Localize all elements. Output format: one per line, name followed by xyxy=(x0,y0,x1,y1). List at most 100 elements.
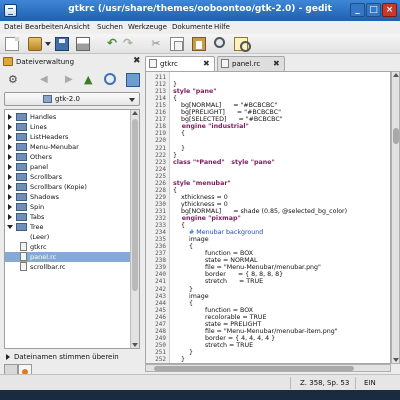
tree-item[interactable]: Others xyxy=(5,152,131,162)
scroll-down-icon[interactable] xyxy=(393,358,399,362)
tree-item-label: Tree xyxy=(30,223,44,231)
new-document-icon[interactable] xyxy=(5,37,19,51)
close-window-button[interactable]: × xyxy=(382,3,397,17)
filter-label: Dateinamen stimmen überein xyxy=(14,353,119,361)
expander-icon[interactable] xyxy=(8,184,12,190)
title-bar[interactable]: gtkrc (/usr/share/themes/ooboontoo/gtk-2… xyxy=(0,0,400,21)
file-browser-toolbar: ⚙ ◀ ▶ ▲ xyxy=(4,70,140,90)
forward-arrow-icon[interactable]: ▶ xyxy=(65,73,79,87)
tree-item-label: Menu-Menubar xyxy=(30,143,79,151)
minimize-button[interactable]: _ xyxy=(350,3,365,17)
folder-combo[interactable]: gtk-2.0 xyxy=(4,92,140,106)
tree-item[interactable]: Tabs xyxy=(5,212,131,222)
paste-icon[interactable] xyxy=(192,37,206,51)
tree-item[interactable]: Tree xyxy=(5,222,131,232)
tab-panel-rc[interactable]: panel.rc ✖ xyxy=(217,56,285,71)
find-icon[interactable] xyxy=(214,37,225,48)
tree-item[interactable]: Scrollbars xyxy=(5,172,131,182)
menu-werkzeuge[interactable]: Werkzeuge xyxy=(128,23,167,31)
copy-icon[interactable] xyxy=(170,37,184,51)
scroll-thumb[interactable] xyxy=(393,128,399,144)
menu-ansicht[interactable]: Ansicht xyxy=(64,23,90,31)
expander-icon[interactable] xyxy=(8,204,12,210)
insert-mode[interactable]: EIN xyxy=(364,379,376,387)
scroll-up-icon[interactable] xyxy=(132,111,138,115)
menu-suchen[interactable]: Suchen xyxy=(97,23,123,31)
document-icon xyxy=(221,59,229,68)
scroll-thumb[interactable] xyxy=(154,366,354,371)
tree-item-label: (Leer) xyxy=(30,233,50,241)
tree-item[interactable]: Scrollbars (Kopie) xyxy=(5,182,131,192)
folder-open-icon xyxy=(16,223,27,231)
open-folder-icon[interactable] xyxy=(28,37,42,51)
cut-icon[interactable]: ✂ xyxy=(149,37,163,51)
line-number: 252 xyxy=(155,356,166,363)
tree-item-label: gtkrc xyxy=(30,243,47,251)
tab-close-button[interactable]: ✖ xyxy=(203,59,210,68)
tree-item[interactable]: Spin xyxy=(5,202,131,212)
expander-icon[interactable] xyxy=(6,354,10,360)
save-icon[interactable] xyxy=(55,37,69,51)
tree-item[interactable]: scrollbar.rc xyxy=(5,262,131,272)
tree-item-label: Scrollbars xyxy=(30,173,62,181)
code-line: } xyxy=(173,356,186,363)
tree-item: (Leer) xyxy=(5,232,131,242)
tree-item-label: panel.rc xyxy=(30,253,57,261)
up-arrow-icon[interactable]: ▲ xyxy=(84,73,98,87)
scroll-up-icon[interactable] xyxy=(393,73,399,77)
back-arrow-icon[interactable]: ◀ xyxy=(40,73,54,87)
status-bar: Z. 358, Sp. 53 EIN xyxy=(0,374,400,390)
folder-icon xyxy=(16,173,27,181)
scroll-thumb[interactable] xyxy=(132,119,138,291)
expander-icon[interactable] xyxy=(8,134,12,140)
tree-item[interactable]: Handles xyxy=(5,112,131,122)
scroll-down-icon[interactable] xyxy=(132,343,138,347)
tree-scrollbar[interactable] xyxy=(130,110,139,348)
expander-icon[interactable] xyxy=(8,114,12,120)
expander-icon[interactable] xyxy=(8,124,12,130)
tree-item-label: Scrollbars (Kopie) xyxy=(30,183,87,191)
menu-dokumente[interactable]: Dokumente xyxy=(172,23,213,31)
tree-item[interactable]: Menu-Menubar xyxy=(5,142,131,152)
tree-item[interactable]: Shadows xyxy=(5,192,131,202)
menu-bearbeiten[interactable]: Bearbeiten xyxy=(25,23,63,31)
open-recent-dropdown-icon[interactable] xyxy=(45,42,51,46)
editor-vertical-scrollbar[interactable] xyxy=(391,71,400,364)
menu-hilfe[interactable]: Hilfe xyxy=(214,23,230,31)
home-icon[interactable] xyxy=(126,73,140,87)
gear-icon[interactable]: ⚙ xyxy=(8,73,22,87)
expander-icon[interactable] xyxy=(8,154,12,160)
tree-item[interactable]: Lines xyxy=(5,122,131,132)
folder-icon xyxy=(16,203,27,211)
menu-datei[interactable]: Datei xyxy=(4,23,23,31)
tree-item[interactable]: panel xyxy=(5,162,131,172)
maximize-button[interactable]: □ xyxy=(366,3,381,17)
tab-close-button[interactable]: ✖ xyxy=(273,59,280,68)
replace-icon[interactable] xyxy=(234,37,251,52)
expander-open-icon[interactable] xyxy=(7,225,13,229)
editor-horizontal-scrollbar[interactable] xyxy=(145,364,391,372)
redo-icon[interactable]: ↷ xyxy=(121,37,135,51)
expander-icon[interactable] xyxy=(8,144,12,150)
tree-item[interactable]: gtkrc xyxy=(5,242,131,252)
gedit-window: gtkrc (/usr/share/themes/ooboontoo/gtk-2… xyxy=(0,0,400,400)
refresh-icon[interactable] xyxy=(104,73,116,85)
folder-icon xyxy=(16,183,27,191)
expander-icon[interactable] xyxy=(8,174,12,180)
toolbar: ↶ ↷ ✂ xyxy=(0,34,400,54)
tree-item-selected[interactable]: panel.rc xyxy=(5,252,131,262)
code-view[interactable]: 211 212 213 214 215 216 217 218 219 220 221 222 223 2… xyxy=(145,71,391,364)
tree-item[interactable]: ListHeaders xyxy=(5,132,131,142)
print-icon[interactable] xyxy=(76,37,90,51)
desktop-background xyxy=(0,390,400,400)
expander-icon[interactable] xyxy=(8,164,12,170)
undo-icon[interactable]: ↶ xyxy=(105,37,119,51)
tab-gtkrc[interactable]: gtkrc ✖ xyxy=(145,56,215,71)
expander-icon[interactable] xyxy=(8,214,12,220)
document-icon xyxy=(149,59,157,68)
filter-expander[interactable]: Dateinamen stimmen überein xyxy=(4,352,140,364)
window-title: gtkrc (/usr/share/themes/ooboontoo/gtk-2… xyxy=(68,4,332,14)
document-tabs: gtkrc ✖ panel.rc ✖ xyxy=(145,55,400,71)
panel-close-button[interactable]: ✖ xyxy=(133,56,141,66)
expander-icon[interactable] xyxy=(8,194,12,200)
